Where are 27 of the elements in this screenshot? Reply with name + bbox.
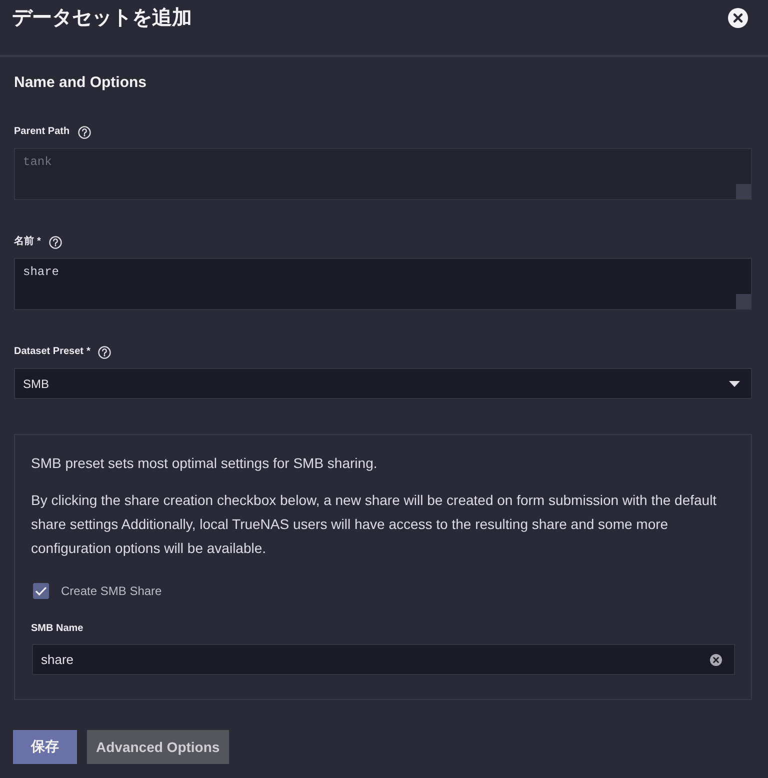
input-value: share [41,652,74,667]
field-label: SMB Name [31,622,84,636]
info-text: SMB preset sets most optimal settings for SMB sharing. [31,454,378,473]
field-label: 名前 [14,235,34,249]
resize-handle-icon[interactable] [736,294,751,309]
section-title: Name and Options [14,74,148,92]
clear-icon[interactable] [710,654,722,666]
close-icon[interactable] [728,8,748,28]
advanced-options-button[interactable]: Advanced Options [87,730,229,764]
text-input[interactable]: share [32,644,735,675]
check-icon [35,586,47,596]
text-area[interactable]: share [14,258,752,310]
checkbox-label[interactable]: Create SMB Share [61,584,162,598]
help-icon[interactable] [98,346,112,358]
dropdown[interactable]: SMB [14,368,752,399]
help-icon[interactable] [78,126,91,138]
required-mark: * [37,235,41,249]
dialog-title: データセットを追加 [12,6,192,30]
caret-icon [729,380,740,386]
field-label: Parent Path [14,125,70,139]
required-mark: * [86,345,90,359]
checkbox[interactable] [33,583,49,599]
info-text: By clicking the share creation checkbox below, a new share will be created on form submission with the default share settings Additionally, local TrueNAS users will have access to the resulting share and some more configuration options will be available. [31,491,718,558]
help-icon[interactable] [48,236,62,248]
field-label: Dataset Preset [14,345,84,359]
dropdown-value: SMB [23,376,50,390]
save-button[interactable]: 保存 [13,730,77,764]
